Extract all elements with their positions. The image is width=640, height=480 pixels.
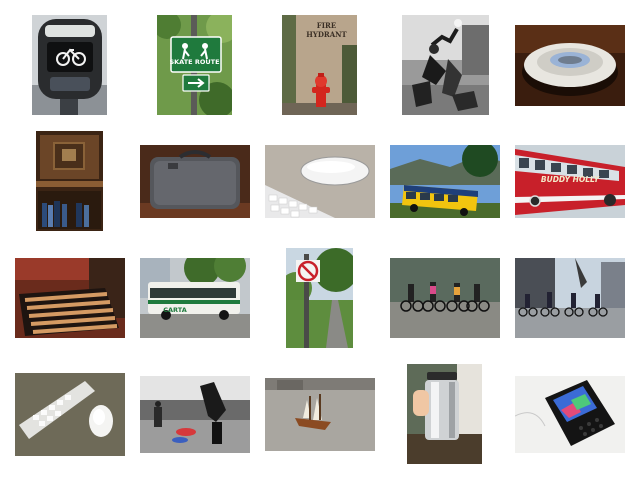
- frisbee-catch-image: [140, 376, 250, 453]
- cyclists-plaza-image: [390, 258, 500, 338]
- tile-gray-suitcase[interactable]: [140, 145, 250, 218]
- bed-frame-image: [15, 258, 125, 338]
- white-keyboard-image: [15, 373, 125, 456]
- thermos-image: [407, 364, 482, 464]
- red-bus-image: [515, 145, 625, 218]
- tile-smartphone[interactable]: [515, 376, 625, 453]
- tile-skate-route-sign[interactable]: SKATE ROUTE: [157, 15, 232, 115]
- tile-white-keyboard[interactable]: [15, 373, 125, 456]
- tile-fire-hydrant[interactable]: FIRE HYDRANT: [282, 15, 357, 115]
- frisbee-disc-image: [515, 25, 625, 106]
- no-bicycles-image: [286, 248, 353, 348]
- ultimate-frisbee-image: [402, 15, 489, 115]
- wooden-cabinet-image: [36, 131, 103, 231]
- school-bus-image: [390, 145, 500, 218]
- tile-keyboard-mouse[interactable]: [265, 145, 375, 218]
- tile-city-bus[interactable]: CARTA: [140, 258, 250, 338]
- city-bus-image: [140, 258, 250, 338]
- parking-meter-image: [32, 15, 107, 115]
- tile-toy-ship[interactable]: [265, 378, 375, 451]
- tile-thermos[interactable]: [407, 364, 482, 464]
- tile-school-bus[interactable]: [390, 145, 500, 218]
- tile-ultimate-frisbee[interactable]: [402, 15, 489, 115]
- tile-red-bus[interactable]: BUDDY HOLLY: [515, 145, 625, 218]
- tile-frisbee-disc[interactable]: [515, 25, 625, 106]
- tile-cyclists-street[interactable]: [515, 258, 625, 338]
- cyclists-street-image: [515, 258, 625, 338]
- tile-cyclists-plaza[interactable]: [390, 258, 500, 338]
- gray-suitcase-image: [140, 145, 250, 218]
- skate-route-image: [157, 15, 232, 115]
- keyboard-mouse-image: [265, 145, 375, 218]
- smartphone-image: [515, 376, 625, 453]
- tile-frisbee-catch[interactable]: [140, 376, 250, 453]
- fire-hydrant-image: [282, 15, 357, 115]
- tile-no-bicycles-sign[interactable]: [286, 248, 353, 348]
- tile-bed-frame[interactable]: [15, 258, 125, 338]
- tile-wooden-cabinet[interactable]: [36, 131, 103, 231]
- toy-ship-image: [265, 378, 375, 451]
- tile-parking-meter[interactable]: [32, 15, 107, 115]
